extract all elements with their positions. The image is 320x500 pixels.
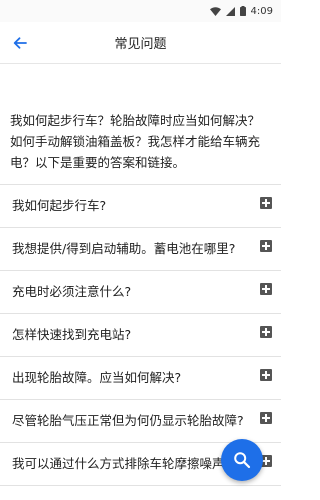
plus-box-icon[interactable] (260, 369, 272, 381)
faq-item[interactable]: 出现轮胎故障。应当如何解决? (0, 357, 281, 400)
cellular-signal-icon (225, 6, 235, 16)
back-button[interactable] (0, 22, 40, 64)
status-bar: 4:09 (0, 0, 281, 22)
search-button[interactable] (221, 439, 263, 481)
plus-box-icon[interactable] (260, 326, 272, 338)
plus-box-icon[interactable] (260, 197, 272, 209)
search-icon (234, 452, 251, 469)
faq-item[interactable]: 怎样快速找到充电站? (0, 314, 281, 357)
wifi-icon (209, 6, 221, 16)
plus-box-icon[interactable] (260, 240, 272, 252)
plus-box-icon[interactable] (260, 412, 272, 424)
faq-question: 充电时必须注意什么? (12, 284, 132, 299)
status-time: 4:09 (250, 5, 273, 17)
faq-question: 我可以通过什么方式排除车轮摩擦噪声? (12, 456, 232, 471)
faq-question: 出现轮胎故障。应当如何解决? (12, 370, 182, 385)
arrow-left-icon (13, 36, 27, 49)
page-title: 常见问题 (114, 37, 167, 52)
faq-item[interactable]: 尽管轮胎气压正常但为何仍显示轮胎故障? (0, 400, 281, 443)
faq-question: 尽管轮胎气压正常但为何仍显示轮胎故障? (12, 413, 244, 428)
faq-question: 我如何起步行车? (12, 198, 107, 213)
battery-icon (239, 6, 246, 16)
intro-text: 我如何起步行车？轮胎故障时应当如何解决？如何手动解锁油箱盖板？我怎样才能给车辆充… (10, 113, 261, 170)
faq-item[interactable]: 充电时必须注意什么? (0, 271, 281, 314)
faq-item[interactable]: 我如何起步行车? (0, 185, 281, 228)
faq-question: 我想提供/得到启动辅助。蓄电池在哪里? (12, 241, 236, 256)
faq-item[interactable]: 我想提供/得到启动辅助。蓄电池在哪里? (0, 228, 281, 271)
plus-box-icon[interactable] (260, 283, 272, 295)
app-bar: 常见问题 (0, 22, 281, 64)
faq-question: 怎样快速找到充电站? (12, 327, 132, 342)
